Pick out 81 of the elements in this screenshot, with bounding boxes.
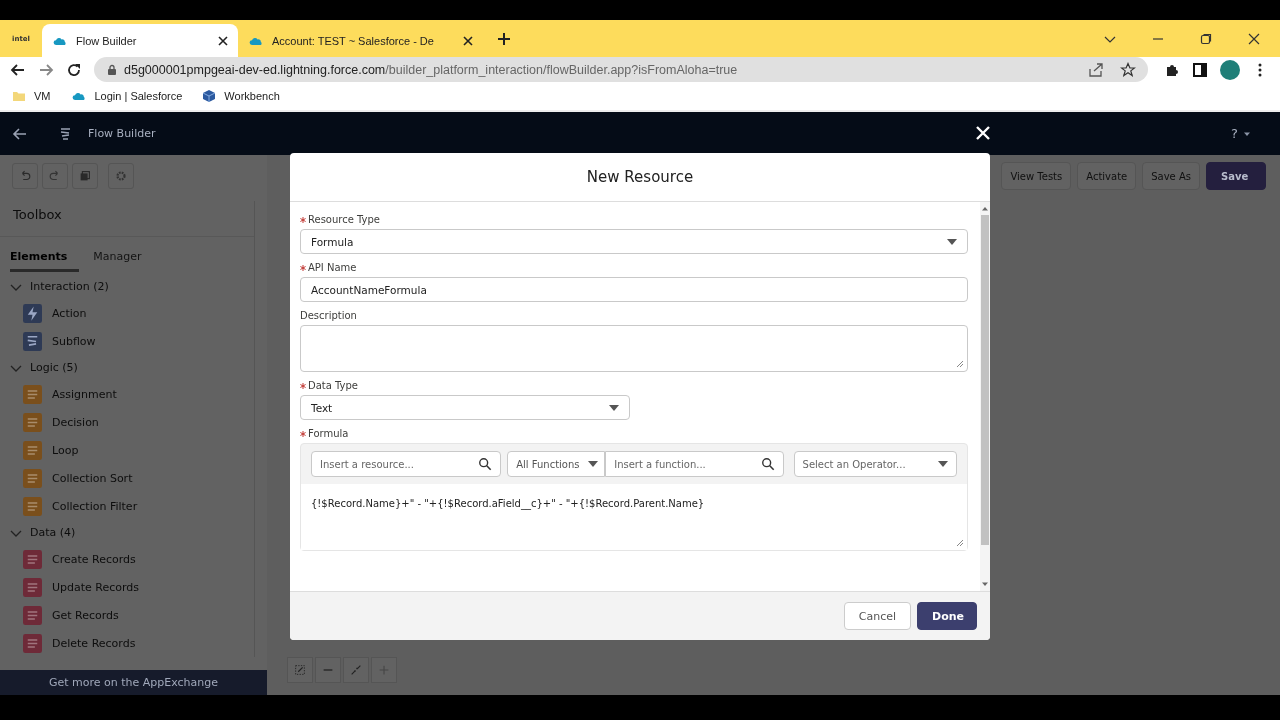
app-title: Flow Builder	[88, 127, 156, 140]
function-search-field[interactable]: Insert a function...	[605, 451, 784, 477]
element-item[interactable]: Decision	[10, 408, 244, 436]
element-item[interactable]: Collection Filter	[10, 492, 244, 520]
element-item[interactable]: Loop	[10, 436, 244, 464]
help-button[interactable]: ?	[1231, 126, 1250, 141]
dropdown-icon	[609, 402, 619, 413]
folder-icon	[12, 89, 26, 103]
section-toggle[interactable]: Interaction (2)	[10, 274, 244, 299]
modal-title: New Resource	[290, 153, 990, 202]
resize-grip-icon	[956, 360, 964, 368]
address-bar[interactable]: d5g000001pmpgeai-dev-ed.lightning.force.com/builder_platform_interaction/flowBuilder.app?isFromAloha=true	[94, 57, 1148, 82]
dropdown-icon	[587, 459, 598, 469]
bookmark[interactable]: Login | Salesforce	[70, 88, 183, 104]
formula-field[interactable]: {!$Record.Name}+" - "+{!$Record.aField__c}+" - "+{!$Record.Parent.Name}	[301, 484, 967, 550]
panel-tab[interactable]: Elements	[10, 247, 80, 272]
resource-search-field[interactable]: Insert a resource...	[311, 451, 502, 477]
close-icon[interactable]	[218, 35, 228, 46]
element-item[interactable]: Collection Sort	[10, 464, 244, 492]
element-item[interactable]: Assignment	[10, 380, 244, 408]
section-toggle[interactable]: Logic (5)	[10, 355, 244, 380]
browser-tab[interactable]: Flow Builder	[42, 24, 238, 57]
toolbar-button[interactable]: Save	[1206, 162, 1266, 190]
appexchange-link[interactable]: Get more on the AppExchange	[0, 670, 267, 695]
scroll-down-icon	[982, 581, 988, 587]
collapse-icon	[349, 663, 363, 677]
back-icon[interactable]	[12, 125, 28, 142]
url-path: /builder_platform_interaction/flowBuilder.app?isFromAloha=true	[385, 62, 738, 77]
name-field[interactable]: AccountNameFormula	[300, 277, 968, 302]
element-item[interactable]: Action	[10, 299, 244, 327]
toolbar-button[interactable]: View Tests	[1001, 162, 1072, 190]
scrollbar-thumb[interactable]	[981, 215, 989, 545]
reload-icon[interactable]	[66, 61, 82, 78]
select-field[interactable]: Text	[300, 395, 630, 420]
dropdown-icon	[947, 236, 957, 247]
search-icon	[760, 457, 775, 471]
field-label: Description	[300, 310, 357, 321]
toolbar-button[interactable]	[72, 163, 98, 189]
caret-icon	[1244, 130, 1250, 137]
side-panel-icon[interactable]	[1192, 61, 1208, 78]
field-label: Formula	[308, 428, 349, 439]
element-item[interactable]: Subflow	[10, 327, 244, 355]
restore-icon[interactable]	[1200, 32, 1212, 45]
forward-icon[interactable]	[38, 61, 54, 78]
avatar-icon[interactable]	[1220, 59, 1240, 80]
bookmark[interactable]: Workbench	[202, 89, 280, 103]
field-label: API Name	[308, 262, 357, 273]
section-toggle[interactable]: Data (4)	[10, 520, 244, 545]
browser-tab[interactable]: Account: TEST ~ Salesforce - De	[238, 24, 483, 57]
field-label: Resource Type	[308, 214, 380, 225]
scroll-up-icon	[982, 206, 988, 212]
dropdown-icon	[938, 459, 948, 469]
done-button[interactable]: Done	[917, 602, 977, 630]
cube-icon	[202, 89, 217, 103]
fit-icon	[293, 663, 307, 677]
lock-icon	[106, 63, 118, 76]
resize-grip-icon	[956, 539, 964, 547]
cancel-button[interactable]: Cancel	[843, 602, 911, 630]
gear-icon	[114, 169, 128, 183]
bookmark[interactable]: VM	[12, 89, 51, 103]
close-icon[interactable]	[463, 35, 473, 46]
scrollbar[interactable]	[980, 202, 990, 591]
share-icon[interactable]	[1088, 61, 1104, 78]
function-category-select[interactable]: All Functions	[507, 451, 606, 477]
element-item[interactable]: Delete Records	[10, 629, 244, 657]
element-item[interactable]: Get Records	[10, 601, 244, 629]
toolbar-button[interactable]: Save As	[1142, 162, 1200, 190]
search-icon	[478, 457, 493, 471]
new-tab-icon[interactable]	[497, 31, 511, 46]
back-icon[interactable]	[10, 61, 26, 78]
star-icon[interactable]	[1120, 61, 1136, 78]
operator-select[interactable]: Select an Operator...	[793, 451, 957, 477]
copy-icon	[78, 169, 92, 183]
field-label: Data Type	[308, 380, 359, 391]
toolbar-button[interactable]: Activate	[1077, 162, 1137, 190]
element-item[interactable]: Update Records	[10, 573, 244, 601]
url-domain: d5g000001pmpgeai-dev-ed.lightning.force.com	[124, 62, 386, 77]
element-item[interactable]: Create Records	[10, 545, 244, 573]
close-icon[interactable]	[1248, 32, 1260, 45]
panel-title: Toolbox	[0, 201, 254, 237]
select-field[interactable]: Formula	[300, 229, 968, 254]
